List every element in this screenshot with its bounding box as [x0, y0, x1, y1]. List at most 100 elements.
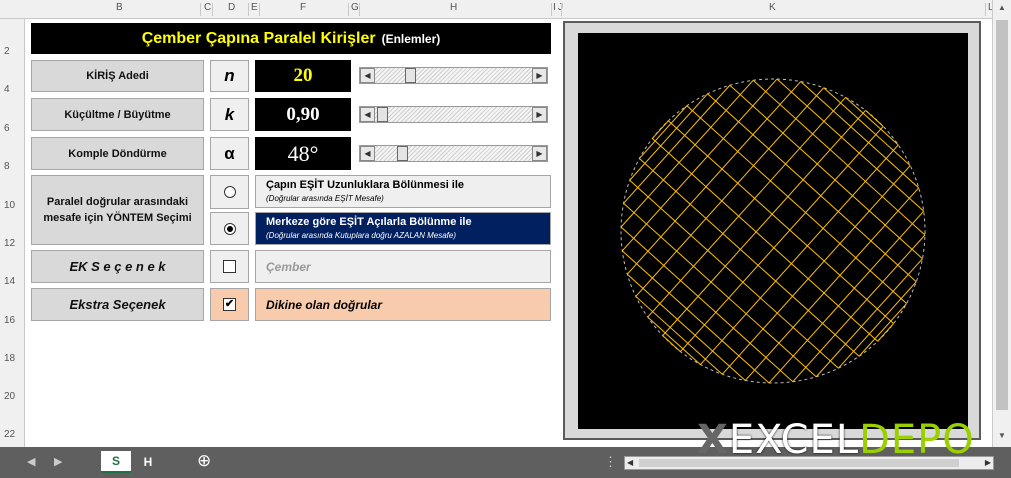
- hscroll-right-icon[interactable]: ▶: [985, 458, 991, 467]
- row-2[interactable]: 2: [4, 46, 10, 57]
- sheet-tab-h[interactable]: H: [133, 451, 163, 473]
- chord-2: [639, 105, 688, 159]
- row-18[interactable]: 18: [4, 353, 15, 364]
- method-option-2-note: (Doğrular arasında Kutuplara doğru AZALA…: [266, 231, 457, 240]
- ek-option-desc[interactable]: Çember: [255, 250, 551, 283]
- chord-14: [744, 187, 920, 381]
- row-12[interactable]: 12: [4, 238, 15, 249]
- col-d[interactable]: D: [228, 2, 235, 13]
- param-label-k: Küçültme / Büyütme: [31, 98, 204, 131]
- slider-alpha[interactable]: ◀ ▶: [359, 145, 548, 162]
- perpendicular-chord-18: [823, 87, 911, 166]
- perpendicular-chord-19: [845, 97, 899, 146]
- perpendicular-chord-8: [629, 179, 839, 369]
- row-10[interactable]: 10: [4, 200, 15, 211]
- perpendicular-chord-12: [686, 105, 907, 304]
- extra-option-checkbox[interactable]: ✔: [223, 298, 236, 311]
- slider-n[interactable]: ◀ ▶: [359, 67, 548, 84]
- extra-option-label: Ekstra Seçenek: [31, 288, 204, 321]
- chord-18: [838, 281, 917, 369]
- col-i[interactable]: I: [553, 2, 556, 13]
- chord-16: [792, 234, 926, 383]
- ek-option-checkbox[interactable]: [223, 260, 236, 273]
- figure-frame: [563, 21, 981, 440]
- method-option-2-radio[interactable]: [223, 222, 236, 235]
- row-6[interactable]: 6: [4, 123, 10, 134]
- perpendicular-chord-7: [623, 202, 817, 378]
- slider-k-left-arrow[interactable]: ◀: [360, 107, 375, 122]
- exceldepo-logo: X EXCEL DEPO: [697, 417, 975, 463]
- param-symbol-k: k: [210, 98, 249, 131]
- ek-option-cell[interactable]: [210, 250, 249, 283]
- method-option-1-note: (Doğrular arasında EŞİT Mesafe): [266, 194, 384, 203]
- slider-n-right-arrow[interactable]: ▶: [532, 68, 547, 83]
- perpendicular-chord-17: [800, 81, 920, 189]
- slider-k-right-arrow[interactable]: ▶: [532, 107, 547, 122]
- chord-17: [815, 258, 923, 378]
- vertical-scrollbar[interactable]: ▲ ▼: [992, 0, 1011, 447]
- perpendicular-chord-2: [647, 316, 701, 365]
- col-c[interactable]: C: [204, 2, 211, 13]
- hscroll-left-icon[interactable]: ◀: [627, 458, 633, 467]
- method-option-2-title: Merkeze göre EŞİT Açılarla Bölünme ile: [266, 216, 472, 228]
- slider-alpha-thumb[interactable]: [397, 146, 408, 161]
- perpendicular-chord-3: [635, 296, 723, 375]
- method-option-1-title: Çapın EŞİT Uzunluklara Bölünmesi ile: [266, 179, 465, 191]
- method-option-2-cell[interactable]: [210, 212, 249, 245]
- perpendicular-chord-4: [626, 273, 746, 381]
- perpendicular-chord-16: [776, 78, 925, 212]
- row-4[interactable]: 4: [4, 84, 10, 95]
- chord-3: [629, 93, 708, 181]
- col-e[interactable]: E: [251, 2, 258, 13]
- tab-scroll-right-icon[interactable]: ▶: [54, 455, 62, 468]
- slider-k-thumb[interactable]: [377, 107, 388, 122]
- chord-4: [623, 84, 731, 204]
- column-header-bar: B C D E F G H I J K L: [0, 0, 1011, 19]
- slider-k[interactable]: ◀ ▶: [359, 106, 548, 123]
- row-20[interactable]: 20: [4, 391, 15, 402]
- tab-scroll-left-icon[interactable]: ◀: [27, 455, 35, 468]
- slider-n-left-arrow[interactable]: ◀: [360, 68, 375, 83]
- extra-option-cell[interactable]: ✔: [210, 288, 249, 321]
- chord-19: [858, 303, 907, 357]
- perpendicular-chord-5: [621, 250, 770, 384]
- perpendicular-chord-9: [639, 158, 860, 357]
- title-sub: (Enlemler): [381, 31, 441, 46]
- col-f[interactable]: F: [300, 2, 306, 13]
- slider-n-thumb[interactable]: [405, 68, 416, 83]
- method-option-1[interactable]: Çapın EŞİT Uzunluklara Bölünmesi ile (Do…: [255, 175, 551, 208]
- method-option-2[interactable]: Merkeze göre EŞİT Açılarla Bölünme ile (…: [255, 212, 551, 245]
- vertical-scroll-thumb[interactable]: [996, 20, 1008, 410]
- param-symbol-alpha: α: [210, 137, 249, 170]
- param-value-k: 0,90: [255, 98, 351, 131]
- sheet-tab-s[interactable]: S: [101, 451, 131, 473]
- chord-5: [620, 79, 754, 228]
- slider-alpha-right-arrow[interactable]: ▶: [532, 146, 547, 161]
- param-symbol-n: n: [210, 60, 249, 92]
- method-option-1-cell[interactable]: [210, 175, 249, 209]
- row-16[interactable]: 16: [4, 315, 15, 326]
- more-options-icon[interactable]: ⋮: [604, 454, 617, 470]
- row-8[interactable]: 8: [4, 161, 10, 172]
- chord-figure: [620, 78, 926, 384]
- slider-alpha-left-arrow[interactable]: ◀: [360, 146, 375, 161]
- chord-7: [626, 81, 802, 275]
- col-h[interactable]: H: [450, 2, 457, 13]
- col-g[interactable]: G: [351, 2, 359, 13]
- scroll-up-icon[interactable]: ▲: [998, 3, 1006, 12]
- scroll-down-icon[interactable]: ▼: [998, 431, 1006, 440]
- method-label: Paralel doğrular arasındaki mesafe için …: [31, 175, 204, 245]
- param-value-n: 20: [255, 60, 351, 92]
- add-sheet-icon[interactable]: ⊕: [197, 451, 211, 471]
- chord-12: [700, 144, 899, 365]
- method-option-1-radio[interactable]: [223, 186, 236, 198]
- ek-option-label: EK S e ç e n e k: [31, 250, 204, 283]
- col-b[interactable]: B: [116, 2, 123, 13]
- row-header-bar: 2 4 6 8 10 12 14 16 18 20 22: [0, 19, 25, 447]
- extra-option-desc[interactable]: Dikine olan doğrular: [255, 288, 551, 321]
- param-value-alpha: 48°: [255, 137, 351, 170]
- page-title: Çember Çapına Paralel Kirişler (Enlemler…: [31, 23, 551, 54]
- row-14[interactable]: 14: [4, 276, 15, 287]
- row-22[interactable]: 22: [4, 429, 15, 440]
- col-k[interactable]: K: [769, 2, 776, 13]
